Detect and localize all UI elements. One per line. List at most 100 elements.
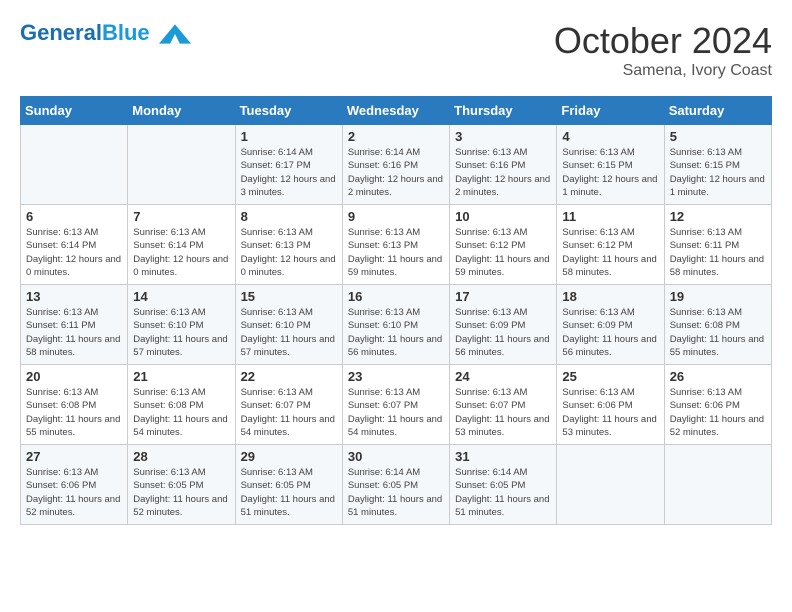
weekday-monday: Monday	[128, 97, 235, 125]
calendar-cell: 23 Sunrise: 6:13 AM Sunset: 6:07 PM Dayli…	[342, 365, 449, 445]
day-number: 30	[348, 449, 444, 464]
calendar-cell: 17 Sunrise: 6:13 AM Sunset: 6:09 PM Dayli…	[450, 285, 557, 365]
day-info: Sunrise: 6:13 AM Sunset: 6:12 PM Dayligh…	[562, 226, 658, 279]
calendar-cell: 31Sunrise: 6:14 AM Sunset: 6:05 PM Dayli…	[450, 445, 557, 525]
day-info: Sunrise: 6:13 AM Sunset: 6:11 PM Dayligh…	[26, 306, 122, 359]
day-number: 11	[562, 209, 658, 224]
day-info: Sunrise: 6:13 AM Sunset: 6:13 PM Dayligh…	[348, 226, 444, 279]
day-info: Sunrise: 6:13 AM Sunset: 6:05 PM Dayligh…	[133, 466, 229, 519]
day-number: 15	[241, 289, 337, 304]
weekday-header-row: SundayMondayTuesdayWednesdayThursdayFrid…	[21, 97, 772, 125]
calendar-cell: 6 Sunrise: 6:13 AM Sunset: 6:14 PM Daylig…	[21, 205, 128, 285]
day-number: 6	[26, 209, 122, 224]
day-info: Sunrise: 6:13 AM Sunset: 6:06 PM Dayligh…	[26, 466, 122, 519]
calendar-cell: 25 Sunrise: 6:13 AM Sunset: 6:06 PM Dayli…	[557, 365, 664, 445]
calendar-cell: 5 Sunrise: 6:13 AM Sunset: 6:15 PM Daylig…	[664, 125, 771, 205]
calendar-cell: 14 Sunrise: 6:13 AM Sunset: 6:10 PM Dayli…	[128, 285, 235, 365]
calendar-cell: 11 Sunrise: 6:13 AM Sunset: 6:12 PM Dayli…	[557, 205, 664, 285]
weekday-wednesday: Wednesday	[342, 97, 449, 125]
day-number: 17	[455, 289, 551, 304]
calendar-cell: 3 Sunrise: 6:13 AM Sunset: 6:16 PM Daylig…	[450, 125, 557, 205]
week-row-2: 6 Sunrise: 6:13 AM Sunset: 6:14 PM Daylig…	[21, 205, 772, 285]
day-info: Sunrise: 6:13 AM Sunset: 6:07 PM Dayligh…	[348, 386, 444, 439]
week-row-1: 1 Sunrise: 6:14 AM Sunset: 6:17 PM Daylig…	[21, 125, 772, 205]
calendar-cell: 15 Sunrise: 6:13 AM Sunset: 6:10 PM Dayli…	[235, 285, 342, 365]
calendar-cell: 24 Sunrise: 6:13 AM Sunset: 6:07 PM Dayli…	[450, 365, 557, 445]
calendar-cell: 30Sunrise: 6:14 AM Sunset: 6:05 PM Dayli…	[342, 445, 449, 525]
day-number: 9	[348, 209, 444, 224]
day-number: 7	[133, 209, 229, 224]
day-info: Sunrise: 6:13 AM Sunset: 6:08 PM Dayligh…	[133, 386, 229, 439]
day-number: 4	[562, 129, 658, 144]
page-header: GeneralBlue October 2024 Samena, Ivory C…	[20, 20, 772, 80]
location: Samena, Ivory Coast	[554, 62, 772, 80]
day-info: Sunrise: 6:13 AM Sunset: 6:13 PM Dayligh…	[241, 226, 337, 279]
weekday-saturday: Saturday	[664, 97, 771, 125]
day-number: 23	[348, 369, 444, 384]
calendar-cell: 7 Sunrise: 6:13 AM Sunset: 6:14 PM Daylig…	[128, 205, 235, 285]
day-info: Sunrise: 6:13 AM Sunset: 6:10 PM Dayligh…	[133, 306, 229, 359]
day-info: Sunrise: 6:13 AM Sunset: 6:11 PM Dayligh…	[670, 226, 766, 279]
day-info: Sunrise: 6:14 AM Sunset: 6:05 PM Dayligh…	[455, 466, 551, 519]
day-info: Sunrise: 6:13 AM Sunset: 6:06 PM Dayligh…	[562, 386, 658, 439]
logo-icon	[159, 20, 191, 48]
day-number: 24	[455, 369, 551, 384]
day-number: 20	[26, 369, 122, 384]
week-row-5: 27 Sunrise: 6:13 AM Sunset: 6:06 PM Dayli…	[21, 445, 772, 525]
month-title: October 2024	[554, 20, 772, 62]
day-number: 14	[133, 289, 229, 304]
logo-blue: Blue	[102, 20, 150, 45]
day-number: 3	[455, 129, 551, 144]
week-row-4: 20 Sunrise: 6:13 AM Sunset: 6:08 PM Dayli…	[21, 365, 772, 445]
day-number: 29	[241, 449, 337, 464]
day-info: Sunrise: 6:13 AM Sunset: 6:16 PM Dayligh…	[455, 146, 551, 199]
day-number: 13	[26, 289, 122, 304]
day-number: 2	[348, 129, 444, 144]
day-info: Sunrise: 6:13 AM Sunset: 6:07 PM Dayligh…	[455, 386, 551, 439]
calendar-table: SundayMondayTuesdayWednesdayThursdayFrid…	[20, 96, 772, 525]
calendar-cell: 21 Sunrise: 6:13 AM Sunset: 6:08 PM Dayli…	[128, 365, 235, 445]
calendar-cell	[128, 125, 235, 205]
calendar-cell	[21, 125, 128, 205]
week-row-3: 13 Sunrise: 6:13 AM Sunset: 6:11 PM Dayli…	[21, 285, 772, 365]
title-block: October 2024 Samena, Ivory Coast	[554, 20, 772, 80]
day-info: Sunrise: 6:13 AM Sunset: 6:14 PM Dayligh…	[26, 226, 122, 279]
calendar-cell: 10Sunrise: 6:13 AM Sunset: 6:12 PM Dayli…	[450, 205, 557, 285]
day-number: 12	[670, 209, 766, 224]
calendar-cell	[557, 445, 664, 525]
calendar-cell: 20 Sunrise: 6:13 AM Sunset: 6:08 PM Dayli…	[21, 365, 128, 445]
day-info: Sunrise: 6:13 AM Sunset: 6:09 PM Dayligh…	[455, 306, 551, 359]
day-info: Sunrise: 6:13 AM Sunset: 6:10 PM Dayligh…	[241, 306, 337, 359]
day-info: Sunrise: 6:13 AM Sunset: 6:08 PM Dayligh…	[670, 306, 766, 359]
day-info: Sunrise: 6:13 AM Sunset: 6:08 PM Dayligh…	[26, 386, 122, 439]
day-info: Sunrise: 6:13 AM Sunset: 6:10 PM Dayligh…	[348, 306, 444, 359]
calendar-cell: 27 Sunrise: 6:13 AM Sunset: 6:06 PM Dayli…	[21, 445, 128, 525]
day-number: 22	[241, 369, 337, 384]
day-number: 8	[241, 209, 337, 224]
calendar-cell: 18Sunrise: 6:13 AM Sunset: 6:09 PM Dayli…	[557, 285, 664, 365]
day-info: Sunrise: 6:14 AM Sunset: 6:17 PM Dayligh…	[241, 146, 337, 199]
day-info: Sunrise: 6:13 AM Sunset: 6:15 PM Dayligh…	[670, 146, 766, 199]
day-number: 1	[241, 129, 337, 144]
calendar-cell: 28 Sunrise: 6:13 AM Sunset: 6:05 PM Dayli…	[128, 445, 235, 525]
calendar-cell: 4Sunrise: 6:13 AM Sunset: 6:15 PM Daylig…	[557, 125, 664, 205]
weekday-friday: Friday	[557, 97, 664, 125]
day-number: 19	[670, 289, 766, 304]
day-info: Sunrise: 6:14 AM Sunset: 6:16 PM Dayligh…	[348, 146, 444, 199]
calendar-cell: 1 Sunrise: 6:14 AM Sunset: 6:17 PM Daylig…	[235, 125, 342, 205]
calendar-cell: 19 Sunrise: 6:13 AM Sunset: 6:08 PM Dayli…	[664, 285, 771, 365]
calendar-cell: 2 Sunrise: 6:14 AM Sunset: 6:16 PM Daylig…	[342, 125, 449, 205]
day-number: 5	[670, 129, 766, 144]
day-number: 25	[562, 369, 658, 384]
day-number: 18	[562, 289, 658, 304]
day-number: 21	[133, 369, 229, 384]
calendar-cell: 29Sunrise: 6:13 AM Sunset: 6:05 PM Dayli…	[235, 445, 342, 525]
day-info: Sunrise: 6:13 AM Sunset: 6:14 PM Dayligh…	[133, 226, 229, 279]
weekday-tuesday: Tuesday	[235, 97, 342, 125]
calendar-cell: 16 Sunrise: 6:13 AM Sunset: 6:10 PM Dayli…	[342, 285, 449, 365]
logo-text: GeneralBlue	[20, 20, 191, 48]
calendar-cell: 22Sunrise: 6:13 AM Sunset: 6:07 PM Dayli…	[235, 365, 342, 445]
day-number: 28	[133, 449, 229, 464]
day-number: 16	[348, 289, 444, 304]
day-number: 27	[26, 449, 122, 464]
